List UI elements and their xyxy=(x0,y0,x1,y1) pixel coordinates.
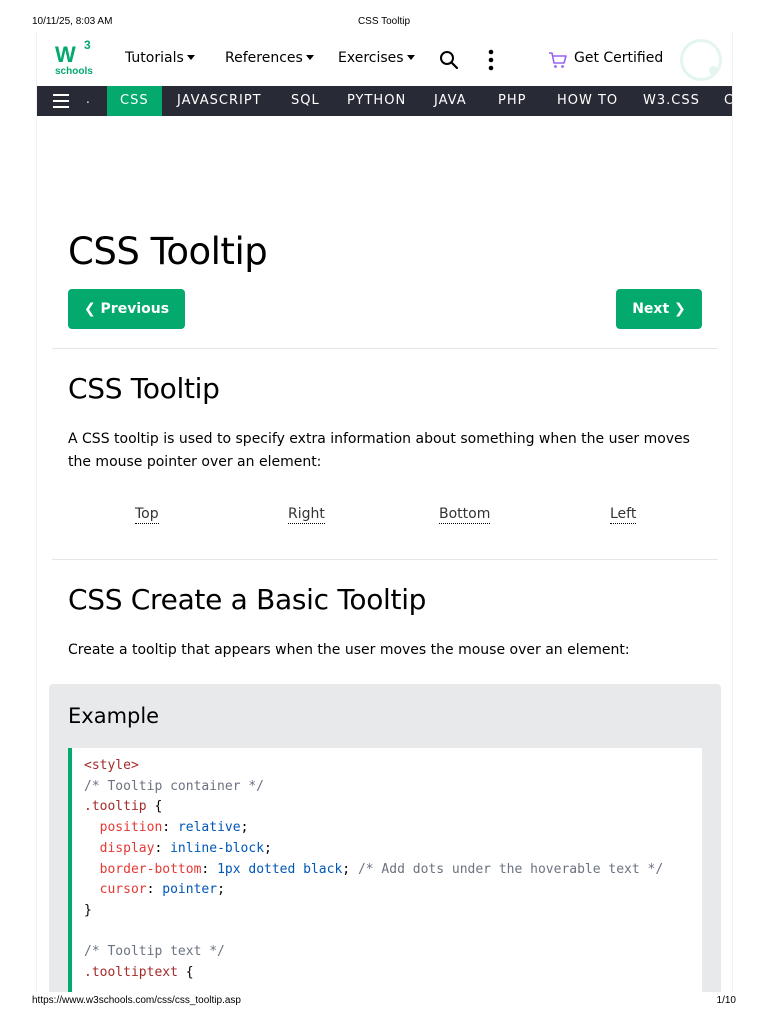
code-selector: .tooltip xyxy=(84,799,147,815)
example-box: Example <style> /* Tooltip container */ … xyxy=(49,684,721,992)
logo-w: W xyxy=(55,42,76,67)
tooltip-demo-top[interactable]: Top xyxy=(135,506,159,524)
divider xyxy=(52,559,718,560)
cart-icon[interactable] xyxy=(548,51,568,69)
avatar-status-dot xyxy=(709,66,718,75)
nav-exercises[interactable]: Exercises xyxy=(338,50,415,66)
code-line: <style> xyxy=(84,758,139,773)
subnav-css[interactable]: CSS xyxy=(107,86,162,116)
subnav-python[interactable]: PYTHON xyxy=(347,86,406,116)
code-comment: /* Tooltip container */ xyxy=(84,778,265,794)
print-header: 10/11/25, 8:03 AM CSS Tooltip xyxy=(0,16,768,30)
subnav-c[interactable]: C xyxy=(724,86,732,116)
code-value: 1px dotted black xyxy=(217,861,343,877)
code-property: position xyxy=(99,820,163,836)
logo-3: 3 xyxy=(84,38,91,52)
page-title: CSS Tooltip xyxy=(68,230,268,273)
section-heading-tooltip: CSS Tooltip xyxy=(68,372,220,405)
subnav-w3css[interactable]: W3.CSS xyxy=(643,86,700,116)
section-heading-basic-tooltip: CSS Create a Basic Tooltip xyxy=(68,583,427,616)
code-comment: /* Add dots under the hoverable text */ xyxy=(357,861,664,877)
code-property: border-bottom xyxy=(99,861,202,877)
code-property: display xyxy=(99,840,155,856)
code-selector: .tooltiptext xyxy=(84,965,178,981)
get-certified-link[interactable]: Get Certified xyxy=(574,50,663,66)
subnav-php[interactable]: PHP xyxy=(498,86,526,116)
tooltip-demo-right[interactable]: Right xyxy=(288,506,325,524)
print-page-number: 1/10 xyxy=(716,995,736,1006)
tooltip-demo-left[interactable]: Left xyxy=(610,506,637,524)
code-value: pointer xyxy=(162,882,218,898)
tooltip-demo-bottom[interactable]: Bottom xyxy=(439,506,491,524)
search-icon[interactable] xyxy=(439,50,459,70)
nav-references[interactable]: References xyxy=(225,50,314,66)
subnav-javascript[interactable]: JAVASCRIPT xyxy=(177,86,262,116)
subnav-dot: . xyxy=(86,92,90,106)
example-label: Example xyxy=(68,704,160,728)
nav-tutorials[interactable]: Tutorials xyxy=(125,50,195,66)
caret-down-icon xyxy=(186,55,195,60)
section-text-basic-tooltip: Create a tooltip that appears when the u… xyxy=(68,642,630,658)
print-title: CSS Tooltip xyxy=(357,16,411,27)
caret-down-icon xyxy=(305,55,314,60)
subject-navbar: . CSS JAVASCRIPT SQL PYTHON JAVA PHP HOW… xyxy=(37,86,732,116)
code-value: relative xyxy=(177,820,241,836)
top-navbar: W 3 schools Tutorials References Exercis… xyxy=(37,32,732,86)
caret-down-icon xyxy=(406,55,415,60)
logo-schools: schools xyxy=(55,66,93,77)
subnav-howto[interactable]: HOW TO xyxy=(557,86,618,116)
page-content: W 3 schools Tutorials References Exercis… xyxy=(36,32,733,992)
subnav-sql[interactable]: SQL xyxy=(291,86,320,116)
print-footer: https://www.w3schools.com/css/css_toolti… xyxy=(0,995,768,1009)
code-comment: /* Tooltip text */ xyxy=(84,944,225,960)
code-block: <style> /* Tooltip container */ .tooltip… xyxy=(68,748,702,992)
menu-icon[interactable] xyxy=(53,94,69,108)
section-text-tooltip: A CSS tooltip is used to specify extra i… xyxy=(68,431,690,470)
previous-button[interactable]: ❮ Previous xyxy=(68,289,185,329)
code-value: inline-block xyxy=(170,840,265,856)
user-avatar[interactable] xyxy=(680,39,722,81)
divider xyxy=(52,348,718,349)
w3schools-logo[interactable]: W 3 schools xyxy=(55,38,95,78)
more-options-icon[interactable] xyxy=(486,49,496,71)
next-button[interactable]: Next ❯ xyxy=(616,289,702,329)
print-url: https://www.w3schools.com/css/css_toolti… xyxy=(32,995,241,1006)
code-property: cursor xyxy=(99,882,147,898)
subnav-java[interactable]: JAVA xyxy=(434,86,467,116)
